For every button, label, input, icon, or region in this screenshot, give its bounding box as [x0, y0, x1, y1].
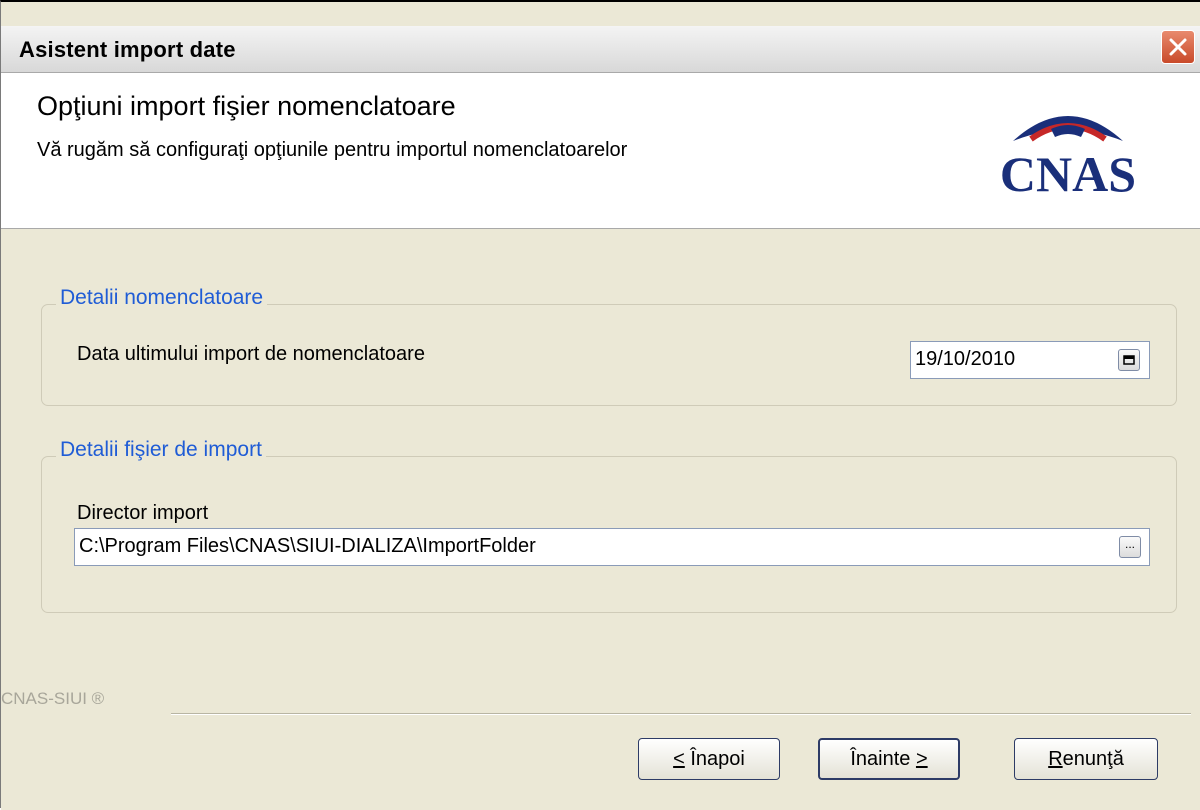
import-directory-value: C:\Program Files\CNAS\SIUI-DIALIZA\Impor…: [79, 535, 536, 557]
content-area: Detalii nomenclatoare Data ultimului imp…: [1, 229, 1200, 810]
header-panel: Opţiuni import fişier nomenclatoare Vă r…: [1, 73, 1200, 229]
calendar-button[interactable]: [1118, 349, 1140, 371]
ellipsis-icon: ...: [1124, 537, 1135, 551]
next-mnemonic: >: [915, 747, 928, 770]
group-legend-fisier: Detalii fişier de import: [56, 438, 266, 462]
import-directory-field[interactable]: C:\Program Files\CNAS\SIUI-DIALIZA\Impor…: [74, 528, 1150, 566]
svg-text:CNAS: CNAS: [1000, 146, 1136, 199]
import-directory-label: Director import: [77, 502, 209, 524]
group-legend-nomenclatoare: Detalii nomenclatoare: [56, 286, 268, 310]
last-import-date-label: Data ultimului import de nomenclatoare: [77, 343, 425, 365]
cnas-logo: CNAS: [1000, 116, 1136, 199]
back-button[interactable]: < Înapoi: [638, 738, 780, 780]
page-title: Opţiuni import fişier nomenclatoare: [37, 91, 456, 121]
cancel-button[interactable]: Renunţă: [1014, 738, 1158, 780]
cancel-mnemonic: R: [1048, 747, 1063, 770]
group-nomenclatoare: Detalii nomenclatoare Data ultimului imp…: [41, 286, 1177, 406]
back-mnemonic: <: [673, 747, 685, 770]
next-label: Înainte: [850, 747, 916, 770]
last-import-date-value: 19/10/2010: [915, 348, 1016, 370]
close-icon: [1169, 38, 1187, 56]
footer-divider: [171, 713, 1191, 715]
page-subtitle: Vă rugăm să configuraţi opţiunile pentru…: [37, 139, 628, 161]
calendar-icon: [1123, 355, 1135, 365]
close-button[interactable]: [1161, 30, 1195, 64]
back-label: Înapoi: [684, 747, 745, 770]
window-title: Asistent import date: [19, 37, 236, 62]
group-fisier-import: Detalii fişier de import Director import…: [41, 438, 1177, 613]
cancel-label: enunţă: [1062, 747, 1124, 770]
footer-brand: CNAS-SIUI ®: [1, 689, 105, 708]
last-import-date-picker[interactable]: 19/10/2010: [910, 341, 1150, 379]
title-bar[interactable]: Asistent import date: [1, 26, 1200, 73]
next-button[interactable]: Înainte >: [818, 738, 960, 780]
wizard-window: Asistent import date Opţiuni import fişi…: [0, 0, 1200, 810]
browse-button[interactable]: ...: [1119, 536, 1141, 558]
